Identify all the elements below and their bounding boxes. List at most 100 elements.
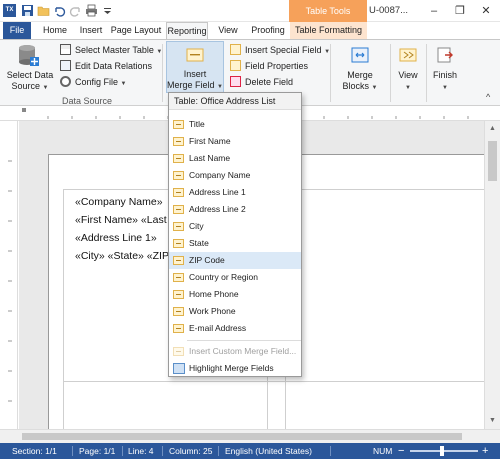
finish-label: Finish ▼ — [432, 70, 457, 91]
merge-field-icon — [173, 239, 184, 248]
merge-field-icon — [173, 120, 184, 129]
app-icon: TX — [3, 4, 16, 17]
redo-icon[interactable] — [69, 4, 82, 17]
undo-icon[interactable] — [53, 4, 66, 17]
highlight-merge-fields[interactable]: Highlight Merge Fields — [169, 360, 301, 377]
status-separator — [162, 446, 163, 456]
tab-reporting[interactable]: Reporting — [166, 22, 208, 39]
doc-line-name[interactable]: «First Name» «Last — [75, 214, 167, 226]
tab-proofing[interactable]: Proofing — [246, 22, 290, 39]
merge-field-home-phone[interactable]: Home Phone — [169, 286, 301, 303]
maximize-button[interactable]: ❐ — [447, 0, 473, 22]
view-button[interactable]: View ▼ — [394, 42, 422, 92]
special-field-icon — [230, 44, 241, 56]
scroll-down-icon[interactable]: ▼ — [489, 417, 496, 424]
merge-field-icon — [173, 188, 184, 197]
folder-icon[interactable] — [37, 4, 50, 17]
insert-custom-merge-field[interactable]: Insert Custom Merge Field... — [169, 343, 301, 360]
tab-file[interactable]: File — [3, 22, 31, 39]
group-separator — [390, 44, 391, 102]
merge-field-icon — [173, 222, 184, 231]
finish-button[interactable]: Finish ▼ — [430, 42, 460, 92]
merge-field-icon — [173, 324, 184, 333]
zoom-in-button[interactable]: + — [482, 443, 488, 459]
relations-icon — [60, 60, 71, 72]
zoom-slider-thumb[interactable] — [440, 446, 444, 456]
merge-field-email-address[interactable]: E-mail Address — [169, 320, 301, 337]
dropdown-header: Table: Office Address List — [169, 93, 301, 110]
gear-icon — [60, 76, 71, 88]
insert-merge-field-label: Insert Merge Field ▼ — [167, 69, 223, 90]
close-button[interactable]: ✕ — [473, 0, 499, 22]
title-bar: TX Table Tools U-0087... – ❐ ✕ — [0, 0, 500, 22]
status-column: Column: 25 — [169, 446, 213, 456]
scroll-thumb[interactable] — [488, 141, 497, 181]
merge-blocks-label: Merge Blocks ▼ — [342, 70, 378, 91]
merge-blocks-icon — [351, 47, 369, 63]
ribbon-tabs: File Home Insert Page Layout Reporting V… — [0, 22, 500, 39]
merge-field-address-line-2[interactable]: Address Line 2 — [169, 201, 301, 218]
status-language[interactable]: English (United States) — [225, 443, 312, 459]
merge-field-company-name[interactable]: Company Name — [169, 167, 301, 184]
tab-table-formatting[interactable]: Table Formatting — [290, 22, 367, 39]
status-separator — [122, 446, 123, 456]
group-separator — [426, 44, 427, 102]
tab-page-layout[interactable]: Page Layout — [108, 22, 164, 39]
edit-data-relations-button[interactable]: Edit Data Relations — [60, 59, 152, 73]
merge-field-work-phone[interactable]: Work Phone — [169, 303, 301, 320]
select-master-table-button[interactable]: Select Master Table ▼ — [60, 43, 162, 57]
delete-field-icon — [230, 76, 241, 88]
status-separator — [218, 446, 219, 456]
qa-dropdown-icon[interactable] — [101, 4, 114, 17]
print-icon[interactable] — [85, 4, 98, 17]
merge-field-state[interactable]: State — [169, 235, 301, 252]
vertical-scrollbar[interactable]: ▲ ▼ — [484, 121, 500, 429]
collapse-ribbon-button[interactable]: ^ — [486, 92, 490, 102]
save-icon[interactable] — [21, 4, 34, 17]
merge-field-country-or-region[interactable]: Country or Region — [169, 269, 301, 286]
status-separator — [330, 446, 331, 456]
vertical-ruler[interactable] — [0, 121, 18, 429]
merge-field-icon — [186, 48, 204, 62]
merge-field-zip-code[interactable]: ZIP Code — [169, 252, 301, 269]
horizontal-scroll-thumb[interactable] — [22, 433, 462, 440]
tab-insert[interactable]: Insert — [74, 22, 108, 39]
select-data-source-label: Select Data Source ▼ — [6, 70, 54, 91]
group-separator — [162, 44, 163, 102]
scroll-up-icon[interactable]: ▲ — [489, 125, 496, 132]
group-separator — [330, 44, 331, 102]
doc-line-city[interactable]: «City» «State» «ZIP — [75, 250, 169, 262]
tab-home[interactable]: Home — [36, 22, 74, 39]
merge-field-icon — [173, 154, 184, 163]
finish-icon — [437, 47, 453, 63]
merge-field-city[interactable]: City — [169, 218, 301, 235]
minimize-button[interactable]: – — [421, 0, 447, 22]
data-source-group-label: Data Source — [62, 96, 113, 106]
field-properties-button[interactable]: Field Properties — [230, 59, 308, 73]
merge-field-last-name[interactable]: Last Name — [169, 150, 301, 167]
view-icon — [399, 48, 417, 62]
status-page: Page: 1/1 — [79, 446, 116, 456]
select-data-source-button[interactable]: Select Data Source ▼ — [4, 42, 56, 94]
zoom-slider[interactable] — [410, 450, 478, 452]
merge-blocks-button[interactable]: Merge Blocks ▼ — [336, 42, 384, 92]
merge-field-icon — [173, 137, 184, 146]
horizontal-scrollbar[interactable] — [0, 429, 500, 443]
tab-view[interactable]: View — [210, 22, 246, 39]
zoom-out-button[interactable]: − — [398, 443, 404, 459]
insert-special-field-button[interactable]: Insert Special Field ▼ — [230, 43, 330, 57]
merge-field-address-line-1[interactable]: Address Line 1 — [169, 184, 301, 201]
delete-field-button[interactable]: Delete Field — [230, 75, 293, 89]
doc-line-address[interactable]: «Address Line 1» — [75, 232, 157, 244]
table-border — [63, 381, 484, 382]
insert-merge-field-button[interactable]: Insert Merge Field ▼ — [166, 41, 224, 93]
merge-field-icon — [173, 205, 184, 214]
status-separator — [72, 446, 73, 456]
merge-field-first-name[interactable]: First Name — [169, 133, 301, 150]
merge-field-title[interactable]: Title — [169, 116, 301, 133]
database-icon — [19, 45, 39, 66]
config-file-button[interactable]: Config File ▼ — [60, 75, 127, 89]
merge-field-dropdown: Table: Office Address List Title First N… — [168, 92, 302, 377]
merge-field-icon — [173, 273, 184, 282]
doc-line-company[interactable]: «Company Name» — [75, 196, 163, 208]
